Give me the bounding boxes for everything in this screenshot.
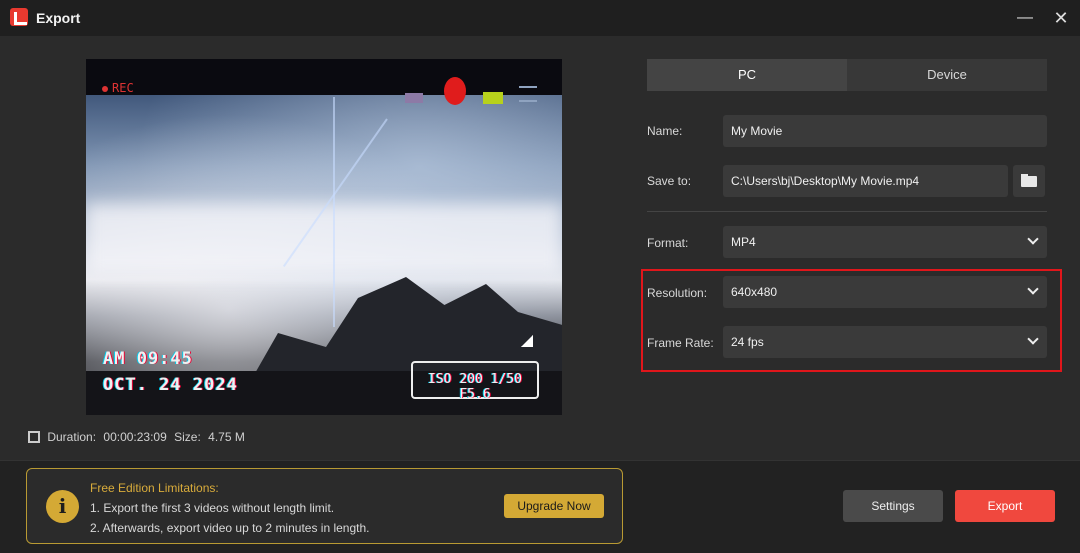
tab-device[interactable]: Device (847, 59, 1047, 91)
resolution-label: Resolution: (647, 286, 708, 300)
osd-date: OCT. 24 2024 (103, 375, 238, 395)
rec-indicator: REC (102, 81, 134, 95)
frame-rate-label: Frame Rate: (647, 336, 714, 350)
minimize-button[interactable]: — (1013, 6, 1037, 30)
tab-pc[interactable]: PC (647, 59, 847, 91)
folder-icon[interactable] (1013, 165, 1045, 197)
memory-card-icon (405, 93, 423, 103)
video-meta: Duration: 00:00:23:09 Size: 4.75 M (28, 430, 249, 444)
video-preview: REC AM 09:45 OCT. 24 2024 ISO 200 1/50 F… (86, 59, 562, 415)
save-path-input[interactable]: C:\Users\bj\Desktop\My Movie.mp4 (723, 165, 1008, 197)
notice-title: Free Edition Limitations: (90, 481, 219, 495)
limitation-notice: i Free Edition Limitations: 1. Export th… (26, 468, 623, 544)
resolution-select[interactable]: 640x480 (723, 276, 1047, 308)
preview-top-band (86, 59, 562, 95)
info-icon: i (46, 490, 79, 523)
size-value: 4.75 M (208, 430, 245, 444)
settings-button[interactable]: Settings (843, 490, 943, 522)
record-circle-icon (444, 77, 466, 105)
title-bar: Export — ✕ (0, 0, 1080, 36)
app-logo-icon (10, 8, 28, 26)
close-button[interactable]: ✕ (1049, 6, 1073, 30)
chevron-down-icon (1027, 283, 1039, 295)
preview-cloud-haze (86, 204, 562, 274)
format-value: MP4 (731, 235, 756, 249)
size-label: Size: (174, 430, 201, 444)
resolution-value: 640x480 (731, 285, 778, 299)
format-label: Format: (647, 236, 689, 250)
name-input[interactable]: My Movie (723, 115, 1047, 147)
rec-dot-icon (102, 85, 108, 92)
chevron-down-icon (1027, 233, 1039, 245)
save-to-label: Save to: (647, 174, 692, 188)
film-icon (28, 431, 40, 443)
osd-camera-settings: ISO 200 1/50 F5.6 (411, 361, 539, 402)
section-divider (647, 211, 1047, 212)
notice-line-2: 2. Afterwards, export video up to 2 minu… (90, 521, 370, 535)
preview-cable-line (333, 97, 335, 327)
frame-rate-value: 24 fps (731, 335, 764, 349)
duration-value: 00:00:23:09 (103, 430, 167, 444)
notice-line-1: 1. Export the first 3 videos without len… (90, 501, 335, 515)
chevron-down-icon (1027, 333, 1039, 345)
osd-time: AM 09:45 (103, 349, 193, 369)
export-button[interactable]: Export (955, 490, 1055, 522)
window-title: Export (36, 10, 81, 26)
audio-level-icon (519, 86, 537, 102)
format-select[interactable]: MP4 (723, 226, 1047, 258)
name-label: Name: (647, 124, 683, 138)
battery-icon (483, 92, 503, 104)
duration-label: Duration: (47, 430, 97, 444)
frame-rate-select[interactable]: 24 fps (723, 326, 1047, 358)
upgrade-now-button[interactable]: Upgrade Now (504, 494, 604, 518)
